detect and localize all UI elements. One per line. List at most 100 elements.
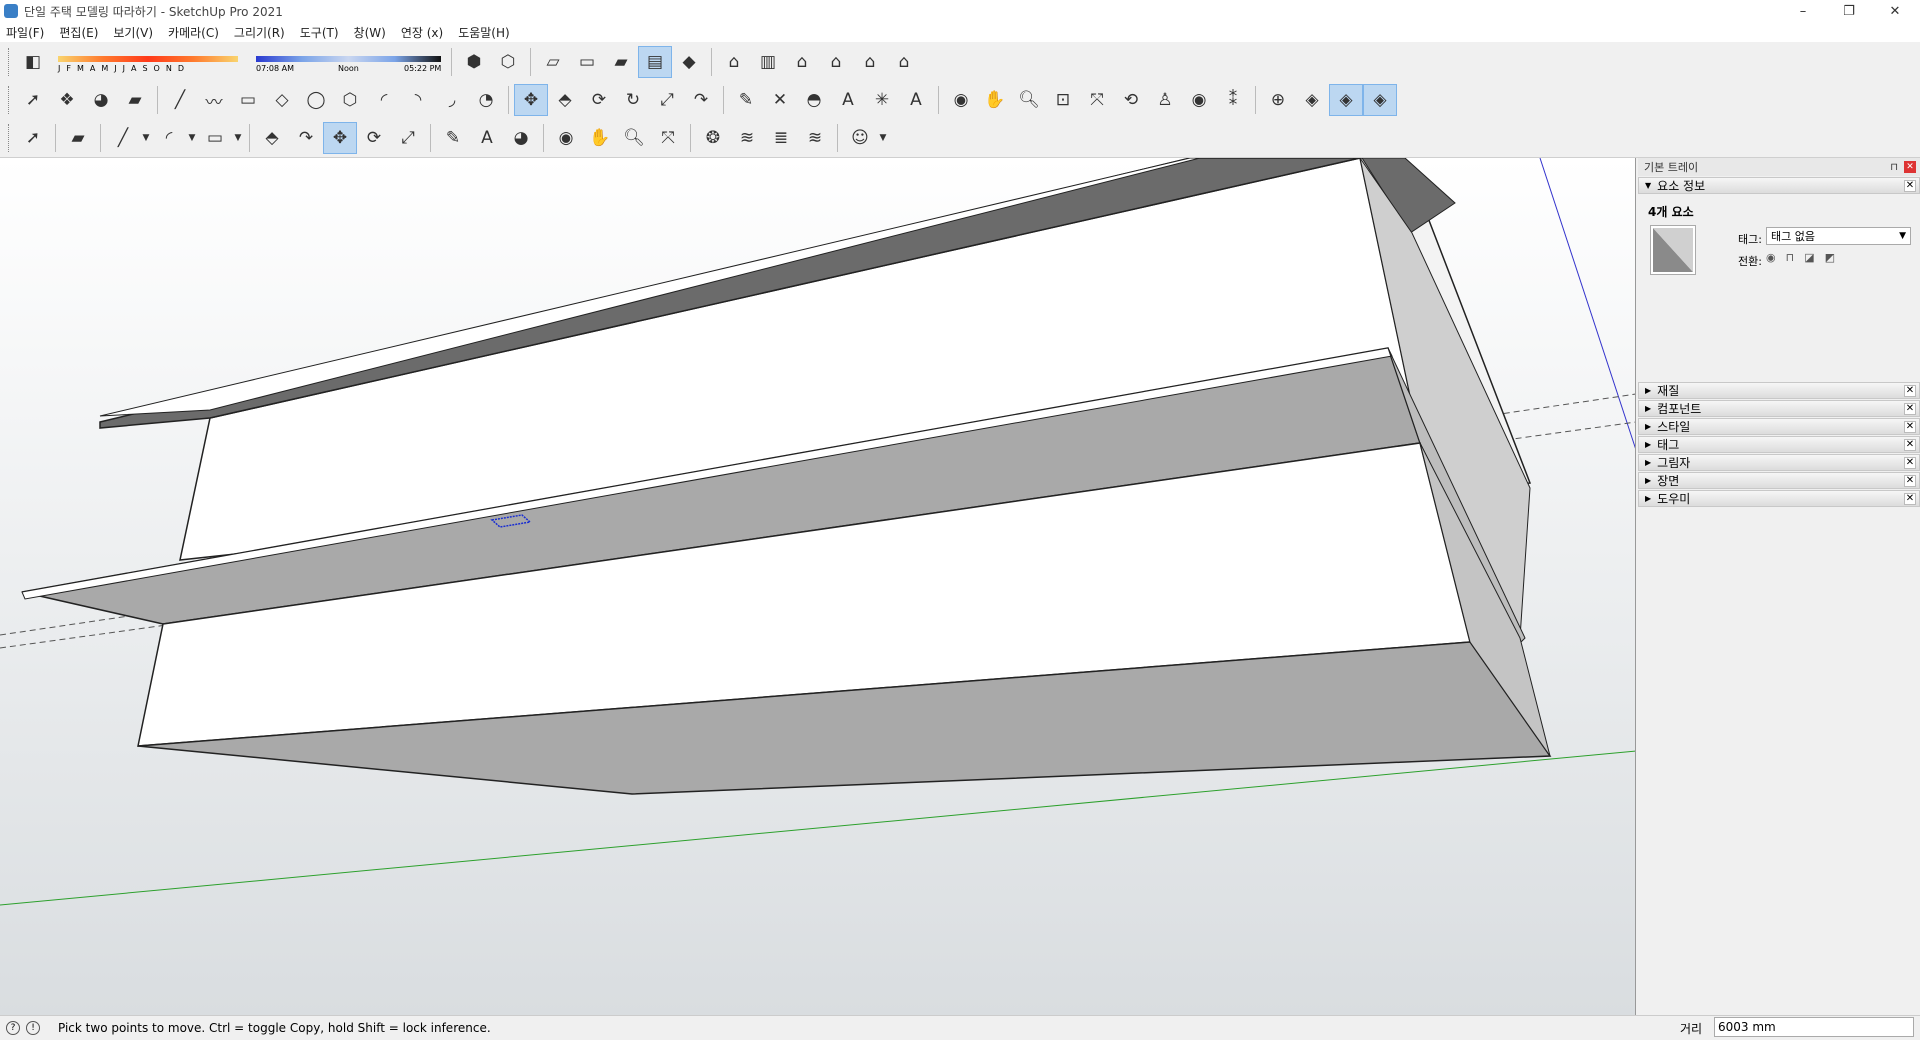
close-icon[interactable]: ✕ (1904, 179, 1916, 192)
paint-bucket-icon[interactable]: ◕ (84, 84, 118, 116)
panel-scenes[interactable]: ▶ 장면 ✕ (1638, 472, 1920, 489)
menu-edit[interactable]: 편집(E) (59, 24, 98, 41)
model-viewport[interactable] (0, 158, 1636, 1015)
display-section-cuts-icon[interactable]: ◈ (1329, 84, 1363, 116)
date-slider[interactable]: JFMAMJJASOND (54, 48, 244, 76)
select-icon[interactable]: ➚ (16, 84, 50, 116)
panel-instructor[interactable]: ▶ 도우미 ✕ (1638, 490, 1920, 507)
maximize-button[interactable]: ❐ (1826, 0, 1872, 22)
receive-shadows-icon[interactable]: ◪ (1804, 251, 1814, 264)
freehand-icon[interactable]: 〰 (197, 84, 231, 116)
iso-view-icon[interactable]: ⌂ (717, 46, 751, 78)
close-icon[interactable]: ✕ (1904, 474, 1916, 487)
layers-icon[interactable]: ≣ (764, 122, 798, 154)
close-icon[interactable]: ✕ (1904, 384, 1916, 397)
axes-icon[interactable]: ✳ (865, 84, 899, 116)
panel-components[interactable]: ▶ 컴포넌트 ✕ (1638, 400, 1920, 417)
rectangle-icon[interactable]: ▭ (198, 122, 232, 154)
close-icon[interactable]: ✕ (1904, 161, 1916, 173)
chevron-down-icon[interactable]: ▼ (232, 133, 244, 143)
panel-shadows[interactable]: ▶ 그림자 ✕ (1638, 454, 1920, 471)
shadows-toggle-icon[interactable]: ◧ (16, 46, 50, 78)
account-icon[interactable]: ☺ (843, 122, 877, 154)
position-camera-icon[interactable]: ♙ (1148, 84, 1182, 116)
menu-help[interactable]: 도움말(H) (458, 24, 510, 41)
extension-manager-icon[interactable]: ≋ (798, 122, 832, 154)
chevron-down-icon[interactable]: ▼ (186, 133, 198, 143)
push-pull-icon[interactable]: ⬘ (548, 84, 582, 116)
paint-bucket-icon[interactable]: ◕ (504, 122, 538, 154)
menu-view[interactable]: 보기(V) (113, 24, 153, 41)
left-view-icon[interactable]: ⌂ (887, 46, 921, 78)
monochrome-icon[interactable]: ◆ (672, 46, 706, 78)
protractor-icon[interactable]: ◓ (797, 84, 831, 116)
arc-icon[interactable]: ◜ (152, 122, 186, 154)
close-icon[interactable]: ✕ (1904, 438, 1916, 451)
xray-icon[interactable]: ⬢ (457, 46, 491, 78)
wireframe-icon[interactable]: ▱ (536, 46, 570, 78)
back-view-icon[interactable]: ⌂ (853, 46, 887, 78)
back-edges-icon[interactable]: ⬡ (491, 46, 525, 78)
follow-me-icon[interactable]: ↻ (616, 84, 650, 116)
push-pull-icon[interactable]: ⬘ (255, 122, 289, 154)
model-canvas[interactable] (0, 158, 1636, 1015)
shaded-icon[interactable]: ▰ (604, 46, 638, 78)
menu-tools[interactable]: 도구(T) (300, 24, 339, 41)
front-view-icon[interactable]: ⌂ (785, 46, 819, 78)
pan-icon[interactable]: ✋ (583, 122, 617, 154)
close-icon[interactable]: ✕ (1904, 492, 1916, 505)
minimize-button[interactable]: – (1780, 0, 1826, 22)
look-around-icon[interactable]: ◉ (1182, 84, 1216, 116)
rotate-icon[interactable]: ⟳ (357, 122, 391, 154)
previous-view-icon[interactable]: ⟲ (1114, 84, 1148, 116)
move-icon[interactable]: ✥ (323, 122, 357, 154)
toolbar-handle[interactable] (8, 48, 12, 76)
eye-icon[interactable]: ◉ (1766, 251, 1776, 264)
menu-camera[interactable]: 카메라(C) (168, 24, 219, 41)
arc-icon[interactable]: ◜ (367, 84, 401, 116)
text-icon[interactable]: A (831, 84, 865, 116)
warehouse-icon[interactable]: ❂ (696, 122, 730, 154)
offset-icon[interactable]: ↷ (684, 84, 718, 116)
measurements-input[interactable]: 6003 mm (1714, 1017, 1914, 1037)
panel-styles[interactable]: ▶ 스타일 ✕ (1638, 418, 1920, 435)
display-section-fill-icon[interactable]: ◈ (1363, 84, 1397, 116)
zoom-icon[interactable]: 🔍︎ (1012, 84, 1046, 116)
rotate-icon[interactable]: ⟳ (582, 84, 616, 116)
close-icon[interactable]: ✕ (1904, 420, 1916, 433)
info-icon[interactable]: ! (26, 1021, 40, 1035)
zoom-extents-icon[interactable]: ⤧ (651, 122, 685, 154)
toolbar-handle[interactable] (8, 124, 12, 152)
panel-tags[interactable]: ▶ 태그 ✕ (1638, 436, 1920, 453)
line-icon[interactable]: ╱ (106, 122, 140, 154)
panel-materials[interactable]: ▶ 재질 ✕ (1638, 382, 1920, 399)
scale-icon[interactable]: ⤢ (650, 84, 684, 116)
zoom-extents-icon[interactable]: ⤧ (1080, 84, 1114, 116)
section-plane-icon[interactable]: ⊕ (1261, 84, 1295, 116)
select-icon[interactable]: ➚ (16, 122, 50, 154)
display-section-planes-icon[interactable]: ◈ (1295, 84, 1329, 116)
three-point-arc-icon[interactable]: ◞ (435, 84, 469, 116)
two-point-arc-icon[interactable]: ◝ (401, 84, 435, 116)
menu-file[interactable]: 파일(F) (6, 24, 44, 41)
chevron-down-icon[interactable]: ▼ (140, 133, 152, 143)
toolbar-handle[interactable] (8, 86, 12, 114)
right-view-icon[interactable]: ⌂ (819, 46, 853, 78)
circle-icon[interactable]: ◯ (299, 84, 333, 116)
close-icon[interactable]: ✕ (1904, 402, 1916, 415)
component-icon[interactable]: ❖ (50, 84, 84, 116)
close-icon[interactable]: ✕ (1904, 456, 1916, 469)
menu-extensions[interactable]: 연장 (x) (401, 24, 443, 41)
lock-icon[interactable]: ⊓ (1786, 251, 1795, 264)
eraser-icon[interactable]: ▰ (61, 122, 95, 154)
rectangle-icon[interactable]: ▭ (231, 84, 265, 116)
tag-select[interactable]: 태그 없음 ▼ (1766, 227, 1911, 245)
pan-icon[interactable]: ✋ (978, 84, 1012, 116)
menu-window[interactable]: 창(W) (354, 24, 386, 41)
scale-icon[interactable]: ⤢ (391, 122, 425, 154)
extension-warehouse-icon[interactable]: ≋ (730, 122, 764, 154)
tape-measure-icon[interactable]: ✎ (729, 84, 763, 116)
pie-icon[interactable]: ◔ (469, 84, 503, 116)
move-icon[interactable]: ✥ (514, 84, 548, 116)
3d-text-icon[interactable]: A (899, 84, 933, 116)
